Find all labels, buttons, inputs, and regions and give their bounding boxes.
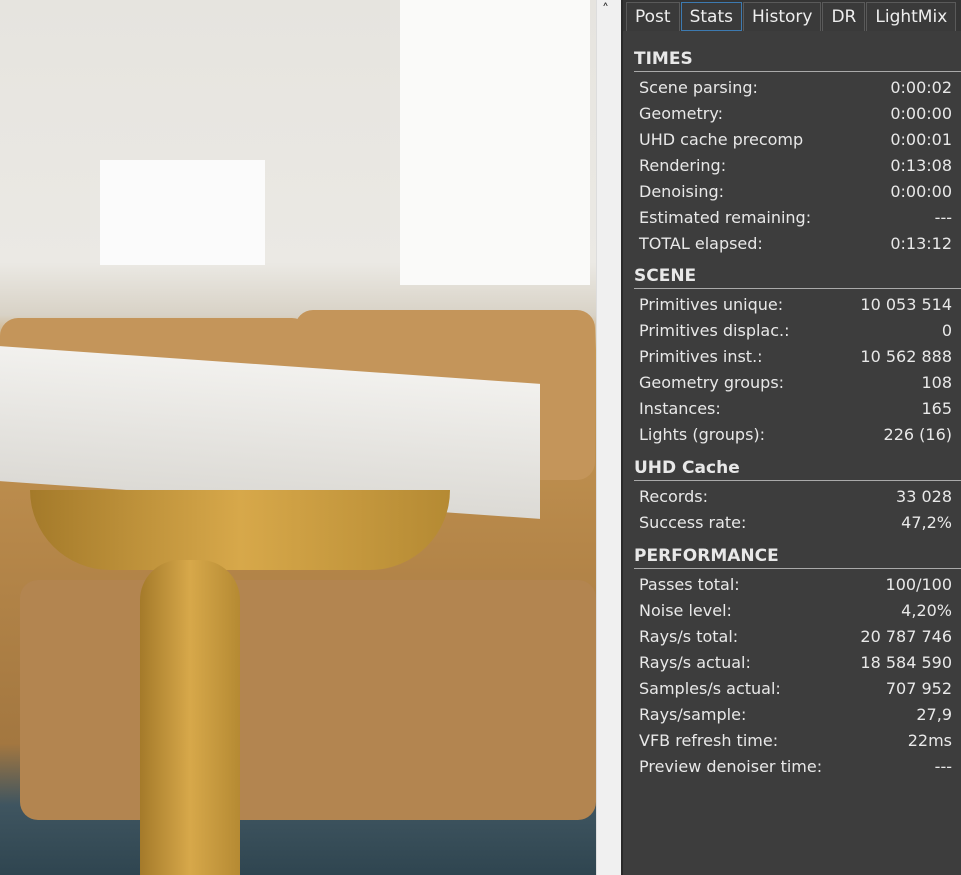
tab-stats[interactable]: Stats — [680, 2, 742, 31]
stat-value: 100/100 — [885, 575, 952, 594]
stat-value: 4,20% — [901, 601, 952, 620]
stat-row: Scene parsing: 0:00:02 — [639, 75, 952, 101]
stat-row: UHD cache precomp 0:00:01 — [639, 127, 952, 153]
stat-value: 27,9 — [916, 705, 952, 724]
stat-row: Denoising: 0:00:00 — [639, 179, 952, 205]
stat-row: Rays/s total: 20 787 746 — [639, 624, 952, 650]
tab-post[interactable]: Post — [626, 2, 680, 31]
stat-value: 10 053 514 — [860, 295, 952, 314]
stat-row: Geometry groups: 108 — [639, 370, 952, 396]
section-header: TIMES — [634, 48, 961, 72]
tab-lightmix[interactable]: LightMix — [866, 2, 957, 31]
stat-row: Rays/sample: 27,9 — [639, 702, 952, 728]
stat-value: 165 — [921, 399, 952, 418]
stat-row: Estimated remaining: --- — [639, 205, 952, 231]
stat-label: Geometry: — [639, 104, 724, 123]
stat-row: Preview denoiser time: --- — [639, 754, 952, 780]
stat-value: 0:13:08 — [890, 156, 952, 175]
stat-value: --- — [934, 208, 952, 227]
stat-value: 10 562 888 — [860, 347, 952, 366]
stat-label: Noise level: — [639, 601, 732, 620]
render-preview-image — [0, 0, 596, 875]
stat-value: 0:00:00 — [890, 182, 952, 201]
stat-value: 108 — [921, 373, 952, 392]
stat-row: Samples/s actual: 707 952 — [639, 676, 952, 702]
stat-value: --- — [934, 757, 952, 776]
stat-label: Primitives inst.: — [639, 347, 763, 366]
stat-value: 0 — [941, 321, 952, 340]
stat-label: UHD cache precomp — [639, 130, 804, 149]
stat-row: Primitives displac.: 0 — [639, 318, 952, 344]
stat-label: Primitives displac.: — [639, 321, 790, 340]
stat-row: Records: 33 028 — [639, 484, 952, 510]
tab-history[interactable]: History — [742, 2, 822, 31]
stat-row: Rendering: 0:13:08 — [639, 153, 952, 179]
stool-leg — [140, 560, 240, 875]
stat-row: Primitives inst.: 10 562 888 — [639, 344, 952, 370]
stat-label: Denoising: — [639, 182, 725, 201]
stat-label: Primitives unique: — [639, 295, 784, 314]
stat-row: Primitives unique: 10 053 514 — [639, 292, 952, 318]
stat-label: Lights (groups): — [639, 425, 766, 444]
stat-label: Rays/s actual: — [639, 653, 751, 672]
chevron-up-icon[interactable]: ˄ — [602, 2, 609, 18]
stat-value: 18 584 590 — [860, 653, 952, 672]
vertical-scrollbar[interactable]: ˄ — [596, 0, 621, 875]
stat-value: 226 (16) — [883, 425, 952, 444]
stat-value: 0:00:00 — [890, 104, 952, 123]
stat-label: VFB refresh time: — [639, 731, 779, 750]
stat-label: Preview denoiser time: — [639, 757, 823, 776]
sofa-seat — [20, 580, 596, 820]
stat-row: TOTAL elapsed: 0:13:12 — [639, 231, 952, 257]
stat-row: Noise level: 4,20% — [639, 598, 952, 624]
stat-row: Geometry: 0:00:00 — [639, 101, 952, 127]
stat-label: Estimated remaining: — [639, 208, 812, 227]
section-header: PERFORMANCE — [634, 545, 961, 569]
window — [400, 0, 590, 285]
stat-label: Rendering: — [639, 156, 727, 175]
stat-value: 0:00:01 — [890, 130, 952, 149]
stat-row: Passes total: 100/100 — [639, 572, 952, 598]
stat-row: Lights (groups): 226 (16) — [639, 422, 952, 448]
tab-dr[interactable]: DR — [822, 2, 866, 31]
tab-bar: Post Stats History DR LightMix — [623, 0, 961, 31]
stool-seat — [30, 490, 450, 570]
stat-label: Samples/s actual: — [639, 679, 781, 698]
stat-label: TOTAL elapsed: — [639, 234, 763, 253]
stat-label: Instances: — [639, 399, 721, 418]
stat-row: Rays/s actual: 18 584 590 — [639, 650, 952, 676]
stat-value: 20 787 746 — [860, 627, 952, 646]
stat-value: 22ms — [907, 731, 952, 750]
stat-value: 47,2% — [901, 513, 952, 532]
section-header: UHD Cache — [634, 457, 961, 481]
stat-value: 33 028 — [896, 487, 952, 506]
stats-panel: Post Stats History DR LightMix TIMES Scene pa… — [621, 0, 961, 875]
stat-value: 0:00:02 — [890, 78, 952, 97]
section-header: SCENE — [634, 265, 961, 289]
stat-label: Rays/s total: — [639, 627, 739, 646]
stat-row: Success rate: 47,2% — [639, 510, 952, 536]
stat-row: VFB refresh time: 22ms — [639, 728, 952, 754]
stat-value: 0:13:12 — [890, 234, 952, 253]
stat-label: Success rate: — [639, 513, 747, 532]
stat-label: Passes total: — [639, 575, 740, 594]
stat-label: Rays/sample: — [639, 705, 747, 724]
stat-label: Records: — [639, 487, 709, 506]
window-reflection — [100, 160, 265, 265]
stat-label: Scene parsing: — [639, 78, 758, 97]
stat-row: Instances: 165 — [639, 396, 952, 422]
stat-value: 707 952 — [885, 679, 952, 698]
stat-label: Geometry groups: — [639, 373, 785, 392]
